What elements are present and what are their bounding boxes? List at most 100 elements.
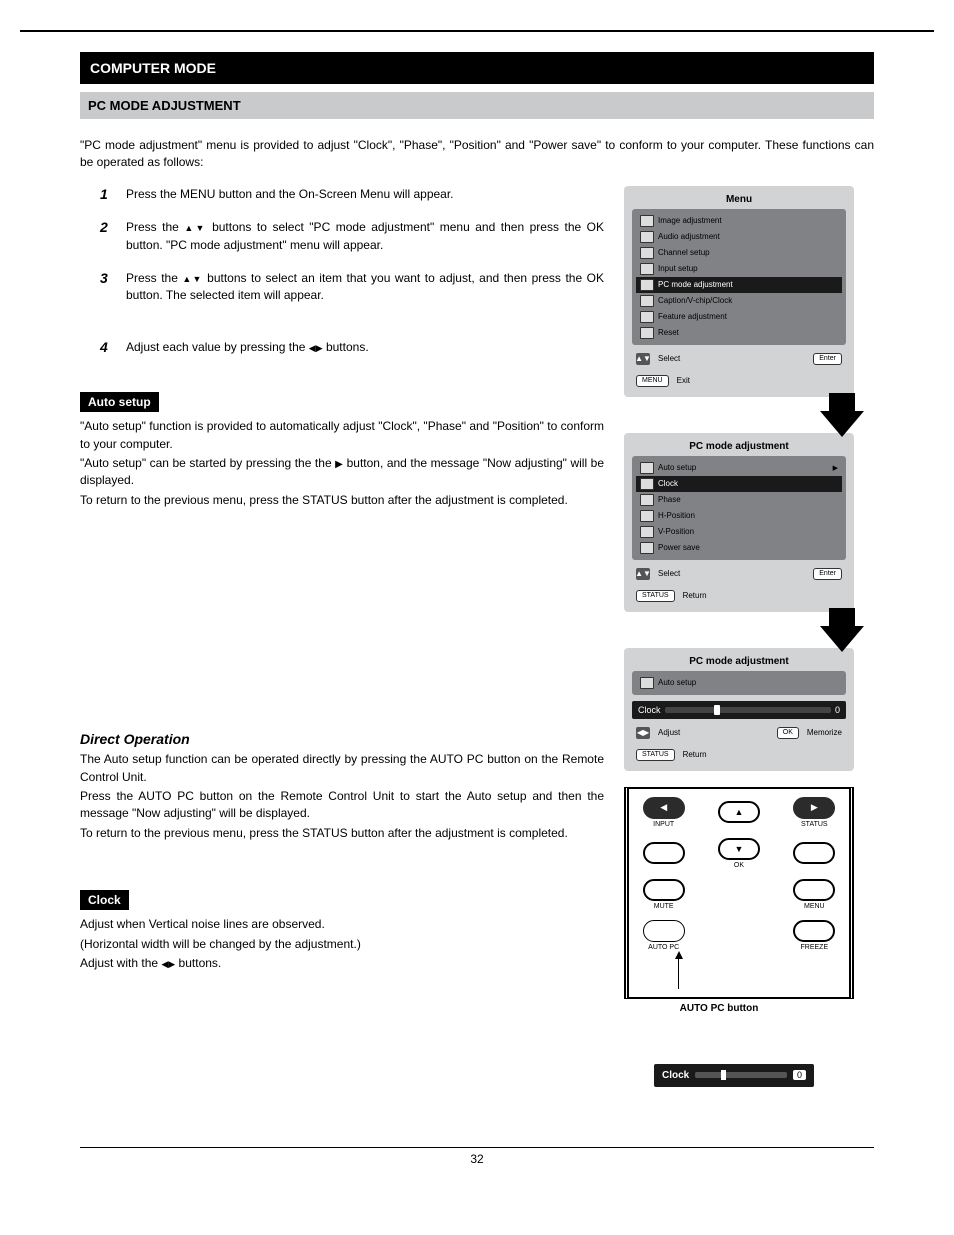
osd3-return-label: Return [683, 750, 707, 759]
step-2-pre: Press the [126, 220, 184, 234]
osd-item-icon [640, 263, 654, 275]
osd-item-icon [640, 279, 654, 291]
osd1-title: Menu [632, 194, 846, 205]
remote-blank-2 [793, 842, 835, 864]
osd2-hint: ▲▼ Select Enter [632, 566, 846, 582]
osd1-row: Caption/V-chip/Clock [636, 293, 842, 309]
osd1-select-label: Select [658, 354, 680, 363]
remote-caption: AUTO PC button [564, 1003, 874, 1014]
osd-item-icon [640, 247, 654, 259]
osd3-hint2: STATUS Return [632, 747, 846, 763]
osd2-row: Phase [636, 492, 842, 508]
osd-item-icon [640, 311, 654, 323]
remote-right-btn: ▶ [793, 797, 835, 819]
osd2-row: Clock [636, 476, 842, 492]
osd2-row-label: H-Position [658, 511, 695, 520]
remote-pointer-tip [675, 951, 683, 959]
clock-heading: Clock [80, 890, 129, 910]
osd2-row-label: Auto setup [658, 463, 696, 472]
osd-item-icon [640, 510, 654, 522]
clockbox-value: 0 [793, 1070, 806, 1080]
remote-freeze-label: FREEZE [801, 944, 829, 951]
updown-icon: ▲▼ [636, 568, 650, 580]
remote-mute-label: MUTE [654, 903, 674, 910]
step-1-text: Press the MENU button and the On-Screen … [126, 186, 604, 203]
osd2-hint2: STATUS Return [632, 588, 846, 604]
step-3-number: 3 [100, 270, 126, 305]
osd2-row: Auto setup ▶ [636, 460, 842, 476]
osd-item-icon [640, 295, 654, 307]
clockbox-slider [695, 1072, 787, 1078]
osd-main-menu: Menu Image adjustment Audio adjustment Cha… [624, 186, 854, 397]
osd1-ok-hint: Enter [813, 353, 842, 365]
step-2-number: 2 [100, 219, 126, 254]
osd-clock-adjust: PC mode adjustment Auto setup Clock 0 ◀▶… [624, 648, 854, 771]
step-3: 3 Press the buttons to select an item th… [100, 270, 604, 305]
remote-input-label: INPUT [653, 821, 674, 828]
osd1-hint2: MENU Exit [632, 373, 846, 389]
down-arrow-icon [195, 220, 206, 234]
osd-item-icon [640, 526, 654, 538]
osd1-row-label: Image adjustment [658, 216, 722, 225]
remote-status-label: STATUS [801, 821, 828, 828]
osd3-row-autosetup: Auto setup [636, 675, 842, 691]
osd3-ok-hint: OK [777, 727, 799, 739]
direct-p2: Press the AUTO PC button on the Remote C… [80, 788, 604, 823]
chevron-right-icon: ▶ [833, 464, 838, 472]
osd-item-icon [640, 231, 654, 243]
osd-item-icon [640, 677, 654, 689]
auto-setup-p3: To return to the previous menu, press th… [80, 492, 604, 509]
osd2-row-label: Clock [658, 479, 678, 488]
osd-item-icon [640, 494, 654, 506]
osd2-row: Power save [636, 540, 842, 556]
remote-freeze-btn [793, 920, 835, 942]
page-number: 32 [470, 1152, 483, 1166]
osd1-row: PC mode adjustment [636, 277, 842, 293]
play-arrow-icon [335, 456, 343, 470]
osd1-exit-label: Exit [677, 376, 690, 385]
down-arrow-icon [193, 271, 203, 285]
step-3-text: Press the buttons to select an item that… [126, 270, 604, 305]
osd1-row: Feature adjustment [636, 309, 842, 325]
osd-item-icon [640, 542, 654, 554]
osd3-clock-value: 0 [835, 705, 840, 715]
osd3-status-hint: STATUS [636, 749, 675, 761]
clock-p2: (Horizontal width will be changed by the… [80, 936, 604, 953]
osd-pc-mode-menu: PC mode adjustment Auto setup ▶ Clock Phase… [624, 433, 854, 612]
osd1-row-label: Channel setup [658, 248, 710, 257]
remote-left-btn: ◀ [643, 797, 685, 819]
remote-ok-label: OK [734, 862, 744, 869]
osd3-memorize-label: Memorize [807, 728, 842, 737]
osd3-hint: ◀▶ Adjust OK Memorize [632, 725, 846, 741]
osd1-row-label: Audio adjustment [658, 232, 720, 241]
osd1-menu-hint: MENU [636, 375, 669, 387]
osd2-row-label: Phase [658, 495, 681, 504]
step-1-number: 1 [100, 186, 126, 203]
osd-item-icon [640, 462, 654, 474]
osd1-row: Reset [636, 325, 842, 341]
step-2-text: Press the buttons to select "PC mode adj… [126, 219, 604, 254]
osd2-row-label: Power save [658, 543, 700, 552]
step-4-text: Adjust each value by pressing the button… [126, 339, 604, 356]
step-3-pre: Press the [126, 271, 182, 285]
osd1-row: Input setup [636, 261, 842, 277]
auto-setup-p2: "Auto setup" can be started by pressing … [80, 455, 604, 490]
remote-menu-label: MENU [804, 903, 825, 910]
up-arrow-icon [182, 271, 192, 285]
osd1-row-label: Feature adjustment [658, 312, 727, 321]
osd3-autosetup-label: Auto setup [658, 678, 696, 687]
auto-setup-heading: Auto setup [80, 392, 159, 412]
page-top-rule [20, 30, 934, 32]
osd-item-icon [640, 478, 654, 490]
osd1-row-label: Reset [658, 328, 679, 337]
osd2-row-label: V-Position [658, 527, 694, 536]
clock-value-display: Clock 0 [654, 1064, 814, 1087]
step-4: 4 Adjust each value by pressing the butt… [100, 339, 604, 356]
remote-up-btn: ▲ [718, 801, 760, 823]
flow-arrow-2 [624, 608, 874, 652]
direct-p1: The Auto setup function can be operated … [80, 751, 604, 786]
osd2-ok-hint: Enter [813, 568, 842, 580]
direct-operation-heading: Direct Operation [80, 731, 604, 747]
clock-p1: Adjust when Vertical noise lines are obs… [80, 916, 604, 933]
osd2-title: PC mode adjustment [632, 441, 846, 452]
